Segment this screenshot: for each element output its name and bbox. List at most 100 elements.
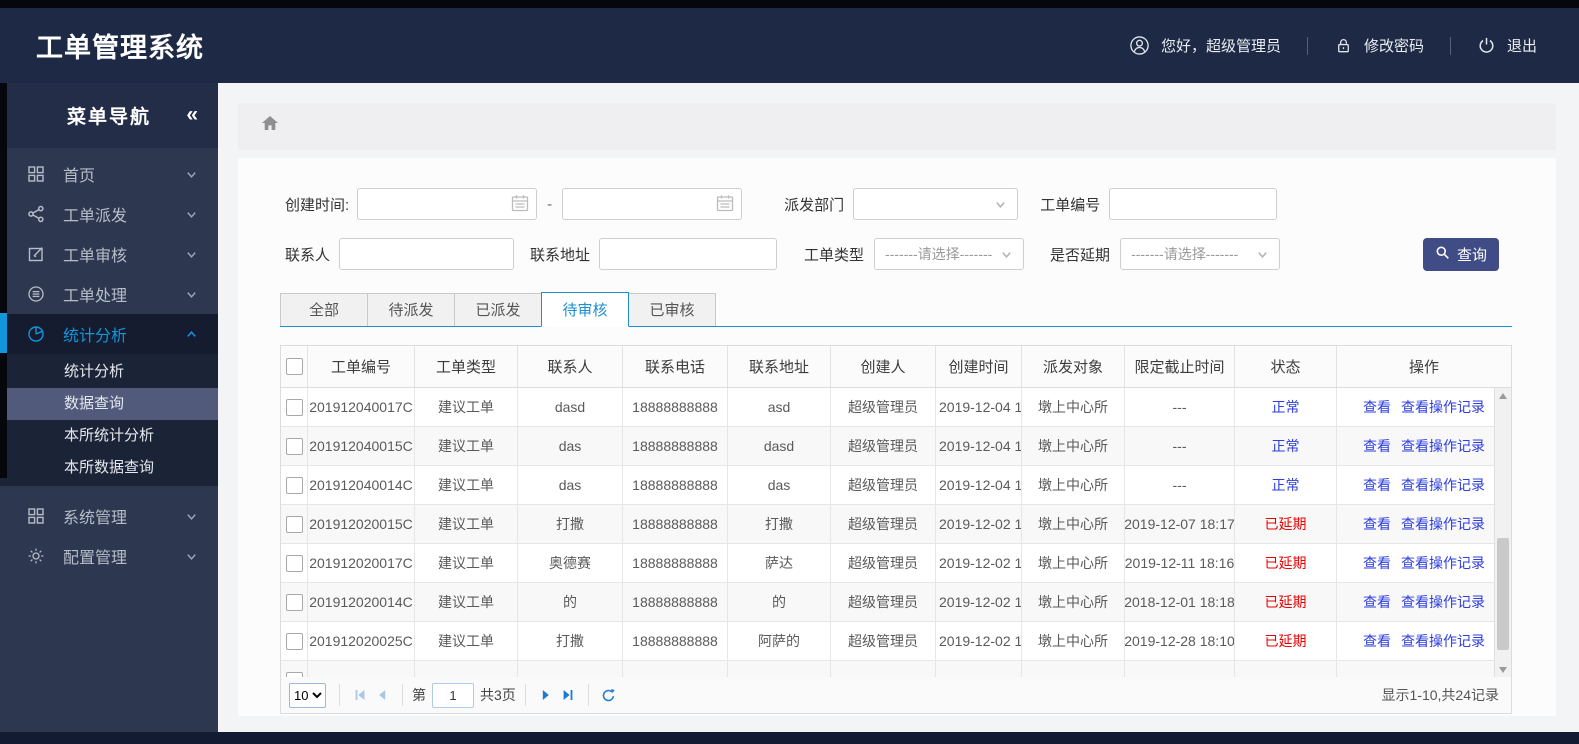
view-link[interactable]: 查看 [1363,553,1391,573]
sidebar-item-process[interactable]: 工单处理 [0,274,218,314]
created-time-start-input[interactable] [357,188,538,220]
next-page-button[interactable] [535,684,557,706]
row-checkbox[interactable] [285,515,303,533]
sidebar-item-dispatch[interactable]: 工单派发 [0,194,218,234]
tab-reviewed[interactable]: 已审核 [628,293,716,326]
address-input[interactable] [599,238,778,270]
search-button[interactable]: 查询 [1423,238,1499,271]
row-checkbox-cell [281,544,308,582]
sidebar-subitem[interactable]: 本所数据查询 [0,452,218,484]
pagination-bar: 10 第 共3页 显示1-10,共24记录 [280,677,1512,714]
tab-dispatched[interactable]: 已派发 [454,293,542,326]
sidebar-item-stats[interactable]: 统计分析 [0,314,218,354]
cell-status: 已延期 [1235,583,1337,621]
cell-actions: 查看 查看操作记录 [1337,544,1511,582]
view-log-link[interactable]: 查看操作记录 [1401,592,1485,612]
view-link[interactable]: 查看 [1363,514,1391,534]
view-link[interactable]: 查看 [1363,397,1391,417]
cell-creator: 超级管理员 [831,388,936,426]
contact-label: 联系人 [285,246,331,264]
chevron-down-icon [1000,248,1013,261]
first-page-button[interactable] [349,684,371,706]
tab-all[interactable]: 全部 [280,293,368,326]
row-checkbox[interactable] [285,632,303,650]
chevron-down-icon [994,198,1007,211]
prev-page-button[interactable] [371,684,393,706]
row-checkbox[interactable] [285,593,303,611]
cell-status: 已延期 [1235,622,1337,660]
cell-created_at: 2019-12-04 15 [936,466,1022,504]
row-checkbox-cell [281,427,308,465]
cell-created_at: 2019-12-02 17 [936,544,1022,582]
view-link[interactable]: 查看 [1363,475,1391,495]
change-password-button[interactable]: 修改密码 [1334,35,1424,56]
order-type-select[interactable]: -------请选择------- [874,238,1025,270]
sidebar-item-home[interactable]: 首页 [0,154,218,194]
cell-creator: 超级管理员 [831,622,936,660]
scroll-up-arrow[interactable] [1495,388,1511,403]
chevron-down-icon [185,510,198,523]
top-strip [0,0,1579,8]
cell-creator: 超级管理员 [831,583,936,621]
chevron-down-icon [185,208,198,221]
view-log-link[interactable]: 查看操作记录 [1401,553,1485,573]
refresh-button[interactable] [598,684,620,706]
sidebar-item-config[interactable]: 配置管理 [0,536,218,576]
column-header: 工单编号 [308,346,415,387]
sidebar-subitem[interactable]: 数据查询 [0,388,218,420]
dispatch-dept-select[interactable] [853,188,1019,220]
cell-order_type: 建议工单 [415,388,518,426]
cell-address: dasd [728,427,831,465]
chevron-down-icon [185,288,198,301]
collapse-sidebar-icon[interactable]: « [186,103,198,127]
cell-address: das [728,466,831,504]
view-log-link[interactable]: 查看操作记录 [1401,514,1485,534]
page-size-select[interactable]: 10 [289,682,326,708]
view-log-link[interactable]: 查看操作记录 [1401,475,1485,495]
page-number-input[interactable] [432,682,474,708]
pie-chart-icon [27,325,47,343]
order-no-input[interactable] [1109,188,1278,220]
power-icon [1477,36,1496,55]
contact-input[interactable] [339,238,515,270]
column-header: 操作 [1408,359,1439,376]
view-link[interactable]: 查看 [1363,592,1391,612]
row-checkbox-cell [281,505,308,543]
tab-pending-review[interactable]: 待审核 [541,292,629,327]
table-row: 201912020025C 建议工单 打撒 18888888888 阿萨的 超级管理员 20… [281,622,1511,661]
sidebar-subitem[interactable]: 本所统计分析 [0,420,218,452]
sidebar-item-review[interactable]: 工单审核 [0,234,218,274]
view-log-link[interactable]: 查看操作记录 [1401,397,1485,417]
last-page-button[interactable] [557,684,579,706]
table-row: 201912020017C 建议工单 奥德赛 18888888888 萨达 超级管理员 20… [281,544,1511,583]
scrollbar-thumb[interactable] [1497,538,1509,650]
home-icon[interactable] [259,113,281,140]
navbar-divider [1306,36,1308,55]
scroll-down-arrow[interactable] [1495,662,1511,677]
created-time-end-input[interactable] [562,188,743,220]
row-checkbox[interactable] [285,476,303,494]
cell-order_type: 建议工单 [415,622,518,660]
tab-pending-dispatch[interactable]: 待派发 [367,293,455,326]
select-all-checkbox[interactable] [285,358,303,375]
row-checkbox[interactable] [285,437,303,455]
view-link[interactable]: 查看 [1363,631,1391,651]
cell-address: 的 [728,583,831,621]
view-link[interactable]: 查看 [1363,436,1391,456]
cell-order_type: 建议工单 [415,466,518,504]
view-log-link[interactable]: 查看操作记录 [1401,631,1485,651]
sidebar-subitem[interactable]: 统计分析 [0,356,218,388]
search-form-row-1: 创建时间: - 派发部门 工单编号 [285,188,1278,220]
delay-select[interactable]: -------请选择------- [1120,238,1281,270]
cell-creator: 超级管理员 [831,427,936,465]
view-log-link[interactable]: 查看操作记录 [1401,436,1485,456]
logout-button[interactable]: 退出 [1477,35,1537,56]
cell-actions: 查看 查看操作记录 [1337,466,1511,504]
cell-order_type: 建议工单 [415,505,518,543]
cell-contact [518,661,623,677]
row-checkbox[interactable] [285,398,303,416]
user-greeting[interactable]: 您好，超级管理员 [1129,35,1281,56]
row-checkbox[interactable] [285,554,303,572]
table-scrollbar[interactable] [1494,388,1511,677]
sidebar-item-system[interactable]: 系统管理 [0,496,218,536]
